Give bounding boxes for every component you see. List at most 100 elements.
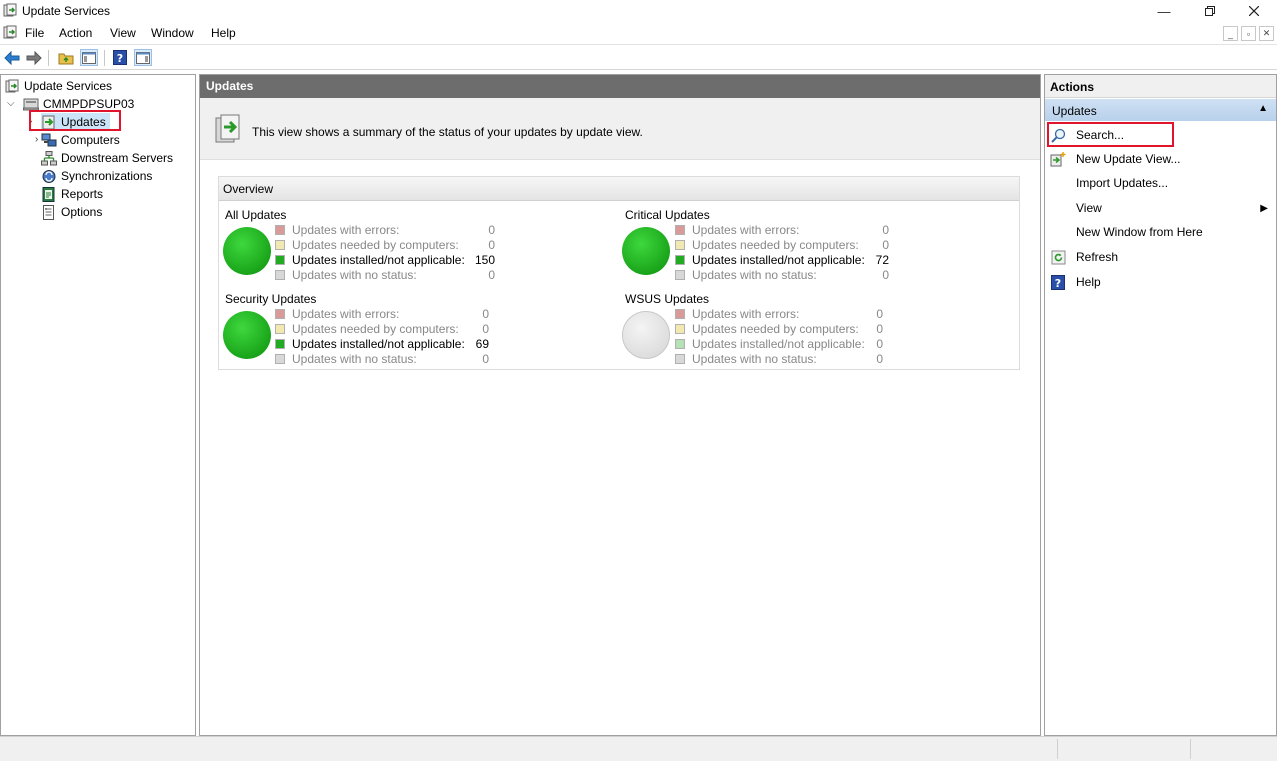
back-arrow-icon <box>4 50 20 65</box>
status-bar-separator <box>1057 739 1058 759</box>
stat-value: 0 <box>482 321 489 336</box>
actions-section-updates[interactable]: Updates ▲ <box>1045 99 1276 121</box>
minimize-icon: _ <box>1227 28 1233 39</box>
action-new-window-from-here[interactable]: New Window from Here <box>1050 221 1272 243</box>
tree-item-update-services-root[interactable]: Update Services <box>4 77 112 95</box>
stat-no-status[interactable]: Updates with no status: 0 <box>675 351 883 366</box>
group-title-security-updates[interactable]: Security Updates <box>225 292 316 306</box>
minimize-icon: — <box>1157 3 1171 19</box>
stat-errors[interactable]: Updates with errors: 0 <box>675 222 889 237</box>
needed-swatch <box>275 239 285 250</box>
new-window-icon <box>1050 224 1066 240</box>
tree-item-options[interactable]: Options <box>41 203 102 221</box>
group-title-all-updates[interactable]: All Updates <box>225 208 286 222</box>
menu-help[interactable]: Help <box>211 26 236 40</box>
downstream-servers-icon <box>41 150 57 166</box>
stat-no-status[interactable]: Updates with no status: 0 <box>675 267 889 282</box>
tree-item-downstream-servers[interactable]: Downstream Servers <box>41 149 173 167</box>
stat-installed[interactable]: Updates installed/not applicable: 150 <box>275 252 495 267</box>
svg-text:?: ? <box>117 52 123 65</box>
restore-icon <box>1205 6 1215 16</box>
up-one-level-button[interactable] <box>57 49 75 66</box>
overview-header: Overview <box>219 177 1019 201</box>
folder-up-icon <box>58 53 74 64</box>
stat-label: Updates with errors: <box>292 306 400 321</box>
stat-label: Updates with no status: <box>292 267 417 282</box>
status-circle-all-updates <box>223 227 271 275</box>
no-status-swatch <box>675 269 685 280</box>
stat-label: Updates with no status: <box>692 267 817 282</box>
action-label: Help <box>1076 275 1101 289</box>
tree-item-label: Reports <box>61 187 104 201</box>
console-tree-pane: Update Services ⌵ CMMPDPSUP03 › Updates … <box>0 74 196 736</box>
stat-label: Updates installed/not applicable: <box>292 336 465 351</box>
stat-no-status[interactable]: Updates with no status: 0 <box>275 267 495 282</box>
tree-item-synchronizations[interactable]: Synchronizations <box>41 167 152 185</box>
stat-value: 0 <box>876 351 883 366</box>
toolbar-separator <box>104 50 105 66</box>
stat-label: Updates needed by computers: <box>692 237 859 252</box>
mdi-minimize-button[interactable]: _ <box>1223 26 1238 41</box>
menu-window[interactable]: Window <box>151 26 194 40</box>
action-refresh[interactable]: Refresh <box>1050 246 1272 268</box>
show-hide-action-pane-button[interactable] <box>134 49 152 66</box>
installed-swatch <box>675 338 685 349</box>
tree-item-reports[interactable]: Reports <box>41 185 103 203</box>
help-button[interactable]: ? <box>111 49 129 66</box>
action-help[interactable]: ? Help <box>1050 271 1272 293</box>
group-title-critical-updates[interactable]: Critical Updates <box>625 208 710 222</box>
stat-errors[interactable]: Updates with errors: 0 <box>275 306 489 321</box>
group-title-wsus-updates[interactable]: WSUS Updates <box>625 292 709 306</box>
status-circle-critical-updates <box>622 227 670 275</box>
action-import-updates[interactable]: Import Updates... <box>1050 172 1272 194</box>
update-services-icon <box>4 78 20 94</box>
menu-file[interactable]: File <box>25 26 44 40</box>
stat-label: Updates with no status: <box>292 351 417 366</box>
results-pane: Updates This view shows a summary of the… <box>199 74 1041 736</box>
stat-no-status[interactable]: Updates with no status: 0 <box>275 351 489 366</box>
errors-swatch <box>675 224 685 235</box>
stat-installed[interactable]: Updates installed/not applicable: 0 <box>675 336 883 351</box>
toolbar: ? <box>0 44 1277 70</box>
back-button[interactable] <box>3 49 21 66</box>
menu-view[interactable]: View <box>110 26 136 40</box>
menu-action[interactable]: Action <box>59 26 92 40</box>
show-hide-console-tree-button[interactable] <box>80 49 98 66</box>
restore-button[interactable] <box>1187 0 1233 22</box>
errors-swatch <box>275 224 285 235</box>
action-view[interactable]: View ▶ <box>1050 197 1272 219</box>
stat-value: 0 <box>876 306 883 321</box>
stat-errors[interactable]: Updates with errors: 0 <box>275 222 495 237</box>
chevron-down-icon[interactable]: ⌵ <box>7 98 15 109</box>
mdi-restore-button[interactable]: ▫ <box>1241 26 1256 41</box>
stat-value: 0 <box>488 237 495 252</box>
stat-needed[interactable]: Updates needed by computers: 0 <box>675 321 883 336</box>
stat-needed[interactable]: Updates needed by computers: 0 <box>675 237 889 252</box>
tree-item-computers[interactable]: Computers <box>41 131 120 149</box>
stat-errors[interactable]: Updates with errors: 0 <box>675 306 883 321</box>
stat-value: 0 <box>488 222 495 237</box>
action-label: New Update View... <box>1076 152 1181 166</box>
minimize-button[interactable]: — <box>1141 0 1187 22</box>
help-icon: ? <box>113 50 127 65</box>
tree-item-label: Downstream Servers <box>61 151 174 165</box>
stat-needed[interactable]: Updates needed by computers: 0 <box>275 237 495 252</box>
chevron-right-icon[interactable]: › <box>35 134 38 145</box>
errors-swatch <box>675 308 685 319</box>
stat-label: Updates installed/not applicable: <box>692 336 865 351</box>
installed-swatch <box>275 338 285 349</box>
close-button[interactable] <box>1231 0 1277 22</box>
tree-item-label: Options <box>61 205 103 219</box>
stat-installed[interactable]: Updates installed/not applicable: 72 <box>675 252 889 267</box>
stat-installed[interactable]: Updates installed/not applicable: 69 <box>275 336 489 351</box>
action-new-update-view[interactable]: New Update View... <box>1050 148 1272 170</box>
stat-needed[interactable]: Updates needed by computers: 0 <box>275 321 489 336</box>
new-update-view-icon <box>1050 151 1066 167</box>
stat-label: Updates needed by computers: <box>292 321 459 336</box>
forward-button[interactable] <box>25 49 43 66</box>
needed-swatch <box>275 323 285 334</box>
installed-swatch <box>675 254 685 265</box>
console-tree-icon <box>82 51 96 64</box>
mdi-close-button[interactable]: ✕ <box>1259 26 1274 41</box>
tree-item-label: Computers <box>61 133 120 147</box>
